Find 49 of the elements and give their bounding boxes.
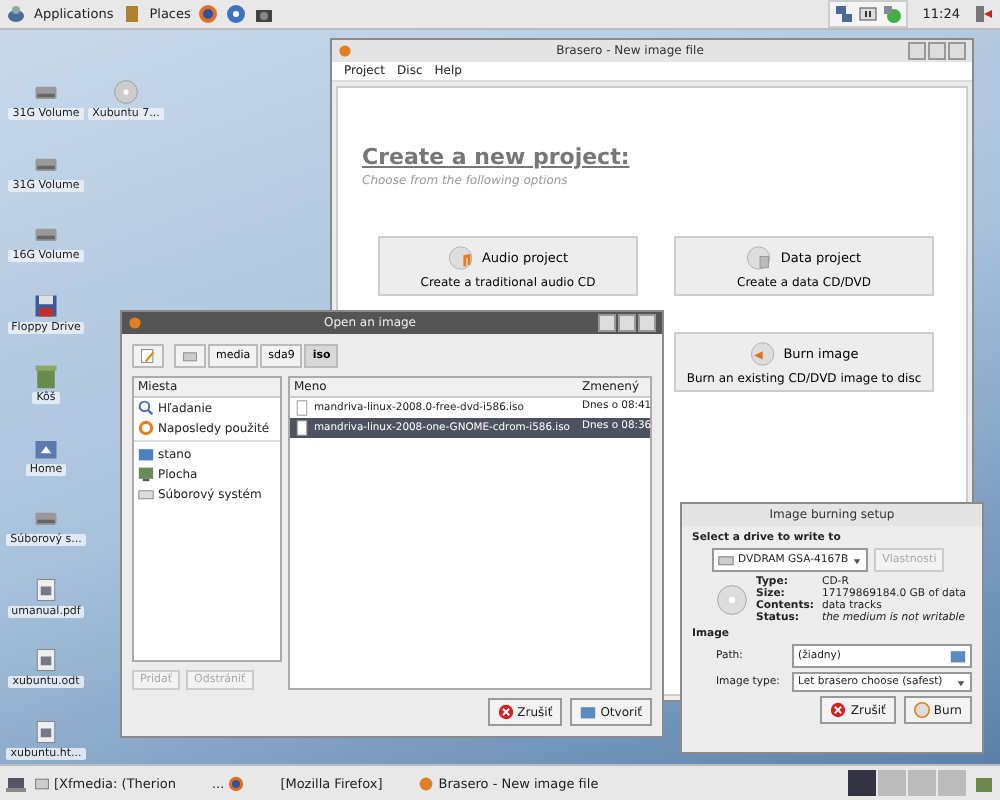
- trash-icon[interactable]: [974, 773, 994, 793]
- document-icon[interactable]: [32, 646, 60, 674]
- caret-icon: [956, 677, 966, 688]
- pause-icon[interactable]: [858, 4, 879, 24]
- audio-disc-icon: [447, 243, 476, 271]
- document-icon[interactable]: [32, 717, 60, 745]
- mouse-icon: [6, 4, 26, 24]
- folder-icon: [138, 446, 154, 462]
- close-button[interactable]: [638, 314, 656, 332]
- app-icon: [418, 775, 435, 791]
- caret-icon: [852, 555, 863, 565]
- globe-icon[interactable]: [198, 4, 219, 24]
- clock-icon: [138, 420, 154, 436]
- camera-icon[interactable]: [254, 4, 275, 24]
- pencil-icon: [140, 348, 156, 364]
- desktop-icon: [138, 466, 154, 482]
- disc-icon[interactable]: [112, 78, 140, 106]
- drive-icon: [718, 552, 734, 568]
- app-icon: [338, 44, 352, 58]
- folder-icon: [121, 4, 142, 24]
- drive-icon: [182, 348, 198, 364]
- cancel-icon: [830, 702, 847, 719]
- folder-icon: [580, 704, 597, 720]
- data-disc-icon: [746, 243, 775, 271]
- close-button[interactable]: [948, 42, 966, 60]
- window-icon: [34, 775, 50, 791]
- globe-icon: [228, 775, 245, 791]
- minimize-button[interactable]: [908, 42, 926, 60]
- search-icon: [138, 400, 154, 416]
- edit-path-button[interactable]: [132, 344, 164, 368]
- disc-icon: [716, 584, 748, 617]
- network-icon[interactable]: [834, 4, 855, 24]
- folder-icon: [950, 648, 966, 665]
- monitor-icon[interactable]: [6, 773, 26, 793]
- help-icon[interactable]: [226, 4, 247, 24]
- cancel-icon: [497, 704, 514, 720]
- maximize-button[interactable]: [618, 314, 636, 332]
- floppy-icon[interactable]: [32, 291, 60, 319]
- disc-icon: [913, 702, 930, 719]
- logout-icon[interactable]: [974, 4, 994, 24]
- maximize-button[interactable]: [928, 42, 946, 60]
- drive-path-button[interactable]: [174, 344, 206, 368]
- app-icon: [128, 316, 142, 330]
- document-icon[interactable]: [32, 575, 60, 603]
- trash-icon[interactable]: [32, 362, 60, 390]
- minimize-button[interactable]: [598, 314, 616, 332]
- burn-disc-icon: [749, 339, 778, 367]
- heading: Create a new project:: [362, 144, 632, 170]
- drive-icon: [138, 486, 154, 502]
